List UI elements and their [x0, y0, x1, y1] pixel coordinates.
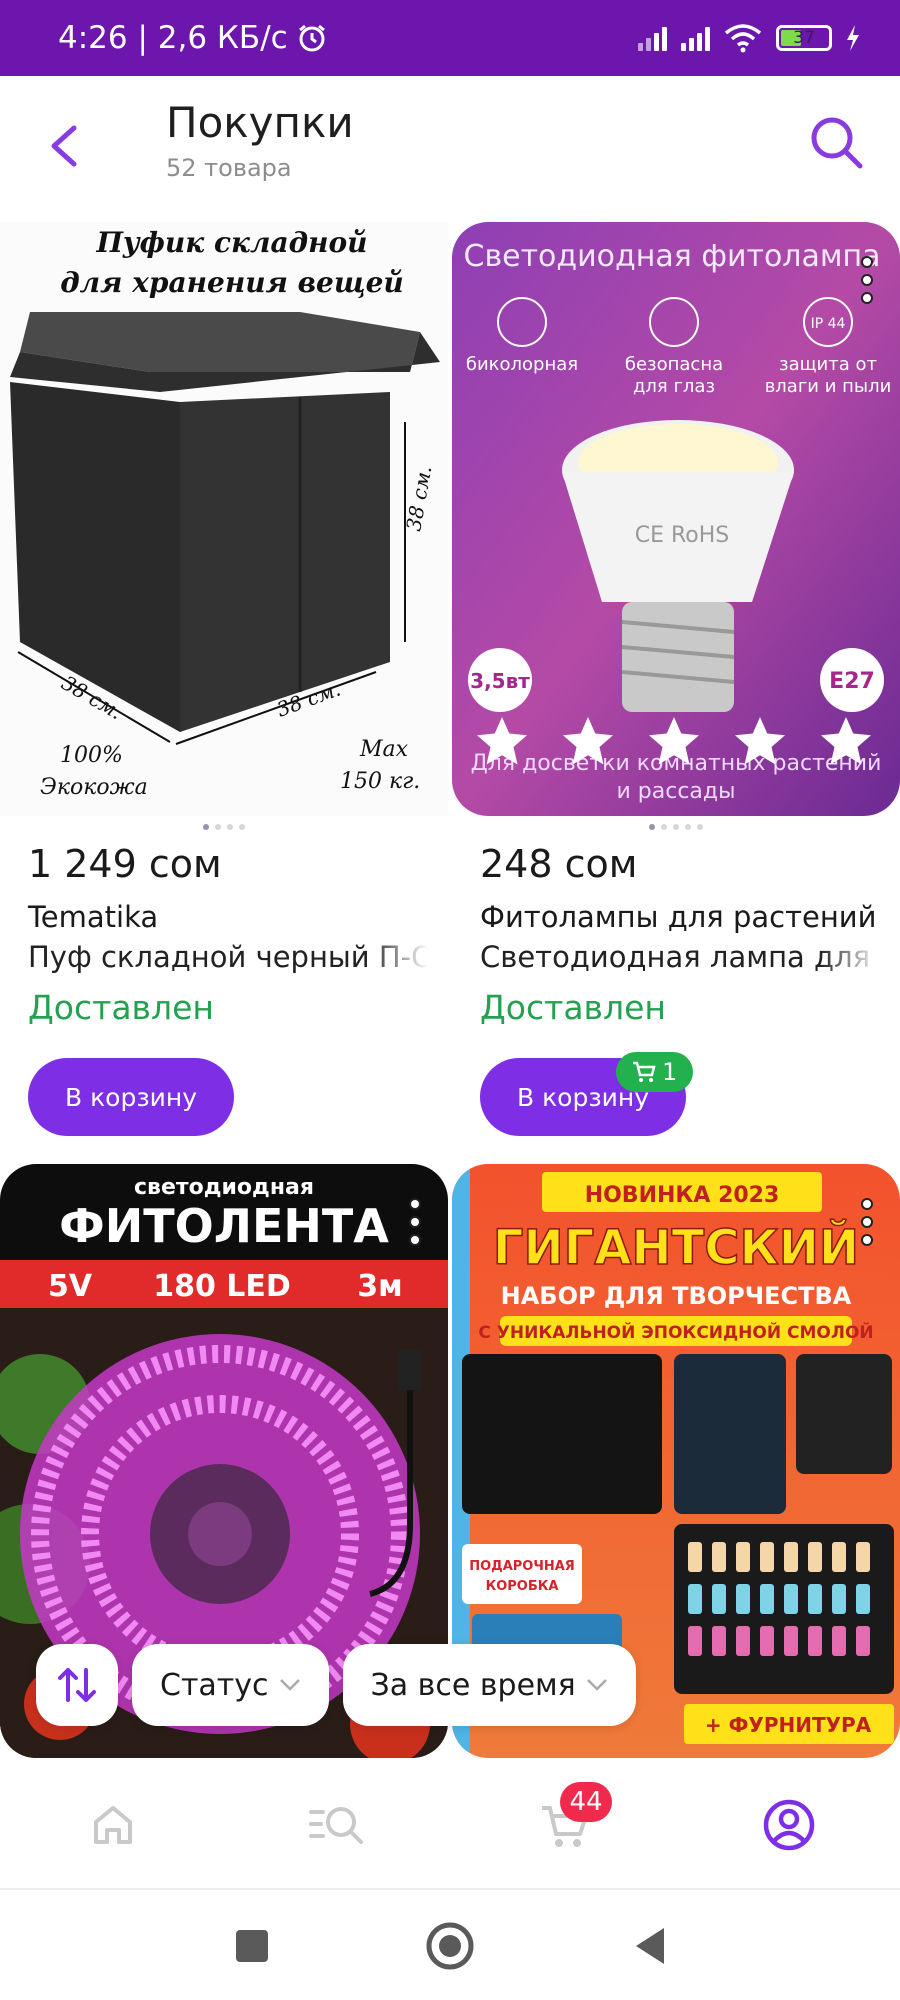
page-header: Покупки 52 товара — [0, 76, 900, 221]
svg-text:180 LED: 180 LED — [153, 1269, 291, 1304]
svg-text:Экокожа: Экокожа — [40, 775, 148, 800]
product-image[interactable]: Светодиодная фитолампа IP 44 биколорная … — [452, 222, 900, 816]
home-icon — [94, 1806, 132, 1844]
svg-text:ГИГАНТСКИЙ: ГИГАНТСКИЙ — [493, 1219, 859, 1276]
recent-apps-button[interactable] — [224, 1918, 280, 1974]
svg-text:E27: E27 — [829, 669, 875, 694]
svg-text:С УНИКАЛЬНОЙ ЭПОКСИДНОЙ СМОЛОЙ: С УНИКАЛЬНОЙ ЭПОКСИДНОЙ СМОЛОЙ — [478, 1321, 873, 1343]
sort-icon — [58, 1668, 96, 1702]
svg-text:ПОДАРОЧНАЯ: ПОДАРОЧНАЯ — [469, 1559, 575, 1574]
alarm-icon — [298, 24, 325, 52]
more-options-button[interactable] — [860, 256, 874, 304]
svg-text:+ ФУРНИТУРА: + ФУРНИТУРА — [705, 1713, 872, 1737]
sort-button[interactable] — [36, 1644, 118, 1726]
svg-text:и рассады: и рассады — [617, 779, 736, 804]
chevron-left-icon — [51, 125, 77, 167]
image-caption: Пуфик складной — [95, 226, 367, 259]
svg-text:Светодиодная фитолампа: Светодиодная фитолампа — [464, 239, 881, 274]
circle-icon — [426, 1922, 474, 1970]
triangle-back-icon — [636, 1928, 664, 1964]
charging-icon — [847, 25, 859, 51]
svg-text:защита от: защита от — [779, 354, 877, 375]
more-options-button[interactable] — [860, 1198, 874, 1246]
filter-bar: Статус За все время — [36, 1644, 636, 1726]
catalog-search-icon — [309, 1807, 363, 1844]
status-time: 4:26 | 2,6 КБ/с — [58, 20, 288, 56]
product-brand: Tematika — [28, 900, 159, 934]
svg-text:НОВИНКА 2023: НОВИНКА 2023 — [585, 1183, 780, 1208]
signal-icon — [638, 25, 667, 51]
home-button[interactable] — [422, 1918, 478, 1974]
star-icon — [821, 717, 871, 765]
svg-text:светодиодная: светодиодная — [134, 1175, 314, 1200]
bottom-nav: 44 — [0, 1760, 900, 1890]
svg-text:100%: 100% — [60, 743, 123, 768]
svg-text:IP 44: IP 44 — [811, 316, 846, 332]
cart-icon — [633, 1061, 656, 1082]
search-icon — [811, 117, 863, 169]
svg-text:безопасна: безопасна — [625, 354, 723, 375]
system-navigation-bar — [0, 1892, 900, 2000]
star-icon — [649, 717, 699, 765]
back-button[interactable] — [40, 116, 90, 176]
wifi-icon — [724, 24, 762, 53]
order-status: Доставлен — [480, 988, 666, 1027]
svg-text:150 кг.: 150 кг. — [340, 769, 420, 794]
star-icon — [477, 717, 527, 765]
product-image[interactable]: Пуфик складной для хранения вещей 38 см.… — [0, 222, 448, 816]
product-brand: Фитолампы для растений — [480, 900, 877, 934]
svg-text:Max: Max — [359, 737, 409, 762]
signal-icon-2 — [681, 25, 710, 51]
page-title: Покупки — [166, 98, 354, 147]
cart-count-badge: 44 — [560, 1782, 612, 1822]
nav-catalog[interactable] — [302, 1790, 372, 1860]
chevron-down-icon — [586, 1679, 607, 1691]
svg-text:КОРОБКА: КОРОБКА — [486, 1579, 559, 1594]
back-nav-button[interactable] — [622, 1918, 678, 1974]
order-status: Доставлен — [28, 988, 214, 1027]
nav-profile[interactable] — [754, 1790, 824, 1860]
in-cart-badge[interactable]: 1 — [616, 1052, 694, 1092]
search-button[interactable] — [804, 110, 870, 176]
rating-stars — [472, 712, 876, 772]
battery-icon: 37 — [776, 25, 832, 51]
svg-text:для глаз: для глаз — [633, 376, 715, 397]
image-caption: для хранения вещей — [60, 266, 404, 299]
product-name[interactable]: Светодиодная лампа для — [480, 940, 880, 974]
svg-text:3м: 3м — [357, 1269, 402, 1304]
product-price: 248 сом — [480, 842, 638, 886]
image-pager — [452, 824, 900, 830]
status-filter[interactable]: Статус — [132, 1644, 329, 1726]
more-options-button[interactable] — [408, 1198, 422, 1246]
product-name[interactable]: Пуф складной черный П-С — [28, 940, 428, 974]
profile-icon — [763, 1799, 815, 1851]
svg-text:5V: 5V — [48, 1269, 93, 1304]
item-count: 52 товара — [166, 154, 292, 182]
svg-text:биколорная: биколорная — [466, 354, 578, 375]
svg-text:ФИТОЛЕНТА: ФИТОЛЕНТА — [59, 1199, 389, 1253]
star-icon — [563, 717, 613, 765]
svg-text:3,5вт: 3,5вт — [470, 669, 530, 693]
chevron-down-icon — [279, 1679, 300, 1691]
period-filter[interactable]: За все время — [342, 1644, 636, 1726]
svg-text:НАБОР ДЛЯ ТВОРЧЕСТВА: НАБОР ДЛЯ ТВОРЧЕСТВА — [501, 1282, 852, 1310]
svg-text:CE RoHS: CE RoHS — [635, 523, 730, 548]
square-icon — [236, 1930, 268, 1962]
image-pager — [0, 824, 448, 830]
star-icon — [735, 717, 785, 765]
nav-home[interactable] — [78, 1790, 148, 1860]
add-to-cart-button[interactable]: В корзину — [28, 1058, 234, 1136]
svg-text:влаги и пыли: влаги и пыли — [765, 376, 892, 397]
status-bar: 4:26 | 2,6 КБ/с 37 — [0, 0, 900, 76]
product-price: 1 249 сом — [28, 842, 222, 886]
